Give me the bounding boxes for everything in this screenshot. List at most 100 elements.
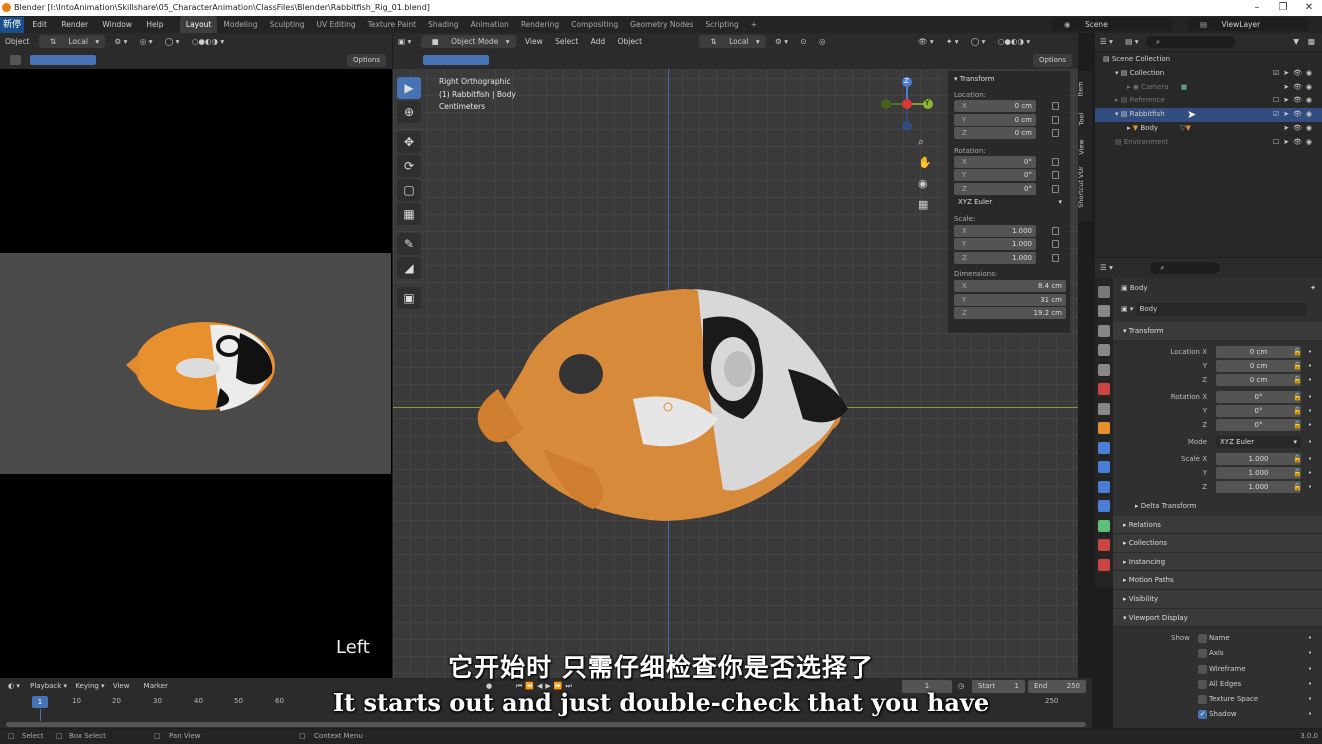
particles-tab-icon[interactable] (1098, 461, 1110, 473)
outliner-row-reference[interactable]: ▸ ▤ Reference ☐➤👁◉ (1095, 94, 1322, 108)
lock-icon[interactable]: 🔓 (1293, 480, 1302, 494)
left-snap-icon[interactable]: ⚙ ▾ (110, 33, 133, 51)
lock-icon[interactable]: 🔓 (1293, 359, 1302, 373)
pin-icon[interactable]: ✦ (1310, 278, 1316, 298)
scene-selector[interactable]: ◉ Scene (1052, 18, 1172, 31)
add-workspace-button[interactable]: + (745, 16, 763, 33)
viewlayer-selector[interactable]: ▤ ViewLayer (1188, 18, 1308, 31)
viewport-visibility-icon[interactable]: 👁 ▾ (913, 33, 939, 51)
lock-icon[interactable] (1052, 115, 1059, 124)
render-tab-icon[interactable] (1098, 305, 1110, 317)
lock-icon[interactable] (1052, 240, 1059, 248)
viewport-proportional-icon[interactable]: ◎ (814, 33, 831, 51)
visibility-toggles-icons[interactable]: ☑➤👁◉ (1273, 67, 1316, 81)
navigation-gizmo[interactable]: Z Y (878, 75, 936, 133)
outliner-row-rabbitfish[interactable]: ▾ ▤ Rabbitfish ➤ ☑➤👁◉ (1095, 108, 1322, 122)
scale-x-field[interactable]: 1.000 (1216, 452, 1301, 465)
npanel-title[interactable]: ▾ Transform (948, 71, 1070, 87)
n-scale-z[interactable]: Z 1.000 (954, 251, 1036, 264)
transform-tool[interactable]: ▦ (397, 203, 421, 225)
lock-icon[interactable] (1052, 226, 1059, 235)
n-location-y[interactable]: Y 0 cm (954, 113, 1036, 126)
menu-edit[interactable]: Edit (26, 16, 53, 33)
outliner-row-body[interactable]: ▸ ▼ Body ▽▼ ➤👁◉ (1095, 122, 1322, 136)
viewport-display-section[interactable]: ▾ Viewport Display (1113, 608, 1322, 628)
close-button[interactable]: ✕ (1296, 0, 1322, 16)
viewport-menu-select[interactable]: Select (550, 33, 583, 51)
lock-icon[interactable] (1052, 171, 1059, 179)
keyframe-dot-icon[interactable]: • (1308, 466, 1312, 480)
modifier-tab-icon[interactable] (1098, 441, 1110, 454)
sidebar-tab-view[interactable]: View (1078, 139, 1086, 154)
lock-icon[interactable]: 🔓 (1293, 452, 1302, 466)
physics-tab-icon[interactable] (1098, 480, 1110, 493)
menu-render[interactable]: Render (55, 16, 94, 33)
add-cube-tool[interactable]: ▣ (397, 287, 421, 309)
rotate-tool[interactable]: ⟳ (397, 155, 421, 177)
outliner-editor-icon[interactable]: ☰ ▾ (1095, 33, 1118, 51)
menu-window[interactable]: Window (96, 16, 138, 33)
viewport-pivot-icon[interactable]: ⚙ ▾ (770, 33, 793, 51)
workspace-tab-shading[interactable]: Shading (422, 16, 464, 33)
lock-icon[interactable]: 🔓 (1293, 373, 1302, 387)
zoom-icon[interactable]: ⌕ (918, 135, 934, 156)
visibility-toggles-icons[interactable]: ☐➤👁◉ (1273, 136, 1316, 150)
left-options-dropdown[interactable]: Options (346, 54, 386, 67)
show-checkbox[interactable] (1198, 634, 1207, 644)
new-collection-icon[interactable]: ▩ (1303, 33, 1320, 51)
location-z-field[interactable]: 0 cm (1216, 373, 1301, 386)
left-view-icon[interactable] (10, 55, 21, 65)
viewport-orientation-dropdown[interactable]: ⇅ Local ▾ (699, 35, 766, 48)
keyframe-dot-icon[interactable]: • (1308, 345, 1312, 359)
keyframe-dot-icon[interactable]: • (1308, 373, 1312, 387)
viewport-menu-view[interactable]: View (520, 33, 548, 51)
collections-section[interactable]: ▸ Collections (1113, 534, 1322, 553)
material-tab-icon[interactable] (1098, 539, 1110, 551)
keyframe-dot-icon[interactable]: • (1308, 631, 1312, 646)
scale-tool[interactable]: ▢ (397, 179, 421, 201)
n-dimension-z[interactable]: Z 19.2 cm (954, 307, 1066, 319)
keyframe-dot-icon[interactable]: • (1308, 404, 1312, 418)
object-tab-icon[interactable] (1098, 422, 1110, 434)
pan-hand-icon[interactable]: ✋ (918, 156, 934, 177)
camera-view-icon[interactable]: ◉ (918, 177, 934, 198)
location-x-field[interactable]: 0 cm (1216, 345, 1301, 358)
viewport-menu-add[interactable]: Add (586, 33, 611, 51)
instancing-section[interactable]: ▸ Instancing (1113, 552, 1322, 572)
filter-icon[interactable]: ▼ (1288, 33, 1304, 51)
workspace-tab-compositing[interactable]: Compositing (565, 16, 624, 33)
measure-tool[interactable]: ◢ (397, 257, 421, 279)
rotation-x-field[interactable]: 0° (1216, 390, 1301, 403)
lock-icon[interactable]: 🔓 (1293, 345, 1302, 359)
workspace-tab-uv-editing[interactable]: UV Editing (311, 16, 362, 33)
scene-tab-icon[interactable] (1098, 363, 1110, 376)
workspace-tab-animation[interactable]: Animation (465, 16, 515, 33)
left-select-mode-icons[interactable] (30, 55, 96, 65)
visibility-toggles-icons[interactable]: ➤👁◉ (1283, 81, 1316, 95)
workspace-tab-modeling[interactable]: Modeling (217, 16, 263, 33)
n-rotation-y[interactable]: Y 0° (954, 169, 1036, 181)
view-layer-tab-icon[interactable] (1098, 344, 1110, 356)
viewport-gizmo-icon[interactable]: ✦ ▾ (941, 33, 963, 51)
location-y-field[interactable]: 0 cm (1216, 359, 1301, 372)
workspace-tab-layout[interactable]: Layout (179, 16, 218, 33)
n-dimension-y[interactable]: Y 31 cm (954, 293, 1066, 306)
outliner-row-environment[interactable]: ▤ Environment ☐➤👁◉ (1095, 136, 1322, 150)
constraints-tab-icon[interactable] (1098, 500, 1110, 512)
keyframe-dot-icon[interactable]: • (1308, 390, 1312, 404)
keyframe-dot-icon[interactable]: • (1308, 359, 1312, 373)
keyframe-dot-icon[interactable]: • (1308, 418, 1312, 432)
rotation-y-field[interactable]: 0° (1216, 404, 1301, 417)
n-location-x[interactable]: X 0 cm (954, 100, 1036, 112)
n-location-z[interactable]: Z 0 cm (954, 127, 1036, 139)
workspace-tab-scripting[interactable]: Scripting (699, 16, 744, 33)
ortho-grid-icon[interactable]: ▦ (918, 198, 934, 219)
properties-search-field[interactable]: ⌕ (1150, 262, 1221, 274)
annotate-tool[interactable]: ✎ (397, 233, 421, 255)
object-mode-dropdown[interactable]: ■ Object Mode ▾ (420, 35, 516, 48)
lock-icon[interactable] (1052, 102, 1059, 110)
left-mode-menu[interactable]: Object (0, 33, 34, 51)
lock-icon[interactable] (1052, 184, 1059, 193)
outliner-search-field[interactable]: ⌕ (1145, 36, 1236, 48)
lock-icon[interactable]: 🔓 (1293, 404, 1302, 418)
